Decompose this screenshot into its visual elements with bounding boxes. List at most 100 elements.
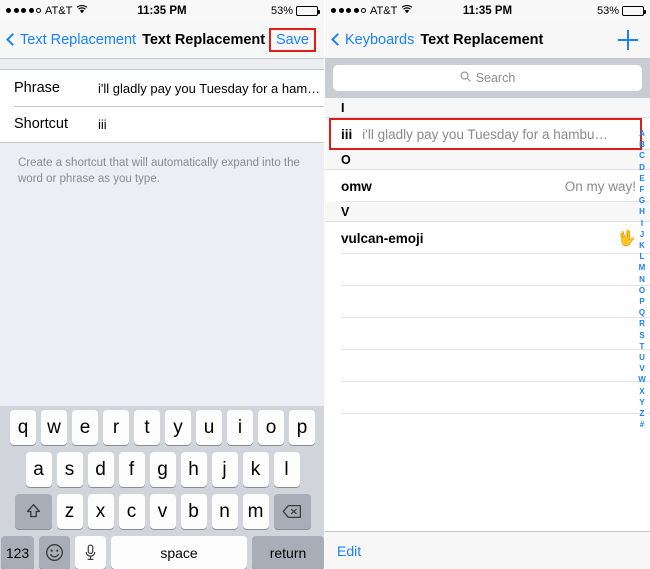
key-i[interactable]: i xyxy=(227,410,253,445)
alpha-index-letter[interactable]: B xyxy=(639,139,645,150)
key-r[interactable]: r xyxy=(103,410,129,445)
alpha-index-letter[interactable]: W xyxy=(638,374,646,385)
key-d[interactable]: d xyxy=(87,452,114,487)
alpha-index-letter[interactable]: X xyxy=(639,386,644,397)
numbers-key[interactable]: 123 xyxy=(1,536,34,569)
bottom-toolbar: Edit xyxy=(325,531,650,569)
key-j[interactable]: j xyxy=(211,452,238,487)
key-a[interactable]: a xyxy=(25,452,52,487)
key-n[interactable]: n xyxy=(211,494,238,529)
row-phrase: i'll gladly pay you Tuesday for a hambu… xyxy=(362,126,608,142)
nav-right-group-left: Save xyxy=(268,27,316,52)
search-input[interactable]: Search xyxy=(333,65,642,91)
alphabet-index[interactable]: A B C D E F G H I J K L M N O P Q R S T U V W X Y Z # xyxy=(636,128,648,430)
alpha-index-letter[interactable]: K xyxy=(639,240,645,251)
key-f[interactable]: f xyxy=(118,452,145,487)
status-bar-battery-group-right: 53% xyxy=(596,4,646,17)
row-shortcut: omw xyxy=(341,178,372,194)
alpha-index-letter[interactable]: A xyxy=(639,128,645,139)
key-p[interactable]: p xyxy=(289,410,315,445)
left-screen-edit-replacement: AT&T 11:35 PM 53% Text Replacement Text … xyxy=(0,0,325,569)
key-u[interactable]: u xyxy=(196,410,222,445)
key-m[interactable]: m xyxy=(242,494,269,529)
key-y[interactable]: y xyxy=(165,410,191,445)
plus-icon[interactable] xyxy=(618,29,638,50)
key-e[interactable]: e xyxy=(72,410,98,445)
keyboard-row-4: 123 space return xyxy=(0,536,324,569)
key-x[interactable]: x xyxy=(87,494,114,529)
shortcut-label: Shortcut xyxy=(14,116,68,132)
left-content-area: Phrase i'll gladly pay you Tuesday for a… xyxy=(0,59,324,569)
emoji-icon[interactable] xyxy=(39,536,70,569)
alpha-index-letter[interactable]: H xyxy=(639,206,645,217)
alpha-index-letter[interactable]: N xyxy=(639,274,645,285)
on-screen-keyboard: q w e r t y u i o p a s d f g h j k l z … xyxy=(0,406,324,569)
key-w[interactable]: w xyxy=(41,410,67,445)
backspace-icon[interactable] xyxy=(273,494,311,529)
row-phrase: On my way! xyxy=(564,178,636,194)
alpha-index-letter[interactable]: G xyxy=(639,195,645,206)
key-q[interactable]: q xyxy=(10,410,36,445)
alpha-index-letter[interactable]: C xyxy=(639,150,645,161)
key-b[interactable]: b xyxy=(180,494,207,529)
key-o[interactable]: o xyxy=(258,410,284,445)
key-s[interactable]: s xyxy=(56,452,83,487)
chevron-left-icon xyxy=(331,33,344,46)
alpha-index-letter[interactable]: D xyxy=(639,162,645,173)
microphone-icon[interactable] xyxy=(75,536,106,569)
edit-button[interactable]: Edit xyxy=(337,543,361,559)
shift-icon[interactable] xyxy=(14,494,52,529)
key-z[interactable]: z xyxy=(56,494,83,529)
alpha-index-letter[interactable]: O xyxy=(639,285,645,296)
table-row[interactable]: vulcan-emoji 🖖 xyxy=(325,222,650,254)
key-k[interactable]: k xyxy=(242,452,269,487)
alpha-index-letter[interactable]: # xyxy=(640,419,644,430)
keyboard-row-1: q w e r t y u i o p xyxy=(0,410,324,445)
key-h[interactable]: h xyxy=(180,452,207,487)
key-v[interactable]: v xyxy=(149,494,176,529)
back-button-label: Text Replacement xyxy=(20,31,137,48)
return-key[interactable]: return xyxy=(252,536,324,569)
empty-row xyxy=(325,318,650,350)
battery-icon xyxy=(296,5,320,16)
table-row[interactable]: omw On my way! xyxy=(325,170,650,202)
save-button[interactable]: Save xyxy=(276,32,309,48)
alpha-index-letter[interactable]: E xyxy=(639,173,644,184)
alpha-index-letter[interactable]: M xyxy=(639,262,646,273)
alpha-index-letter[interactable]: J xyxy=(640,229,644,240)
table-row[interactable]: iii i'll gladly pay you Tuesday for a ha… xyxy=(325,118,650,150)
key-t[interactable]: t xyxy=(134,410,160,445)
alpha-index-letter[interactable]: S xyxy=(639,330,644,341)
shortcut-row[interactable]: Shortcut iii xyxy=(0,106,324,142)
nav-bar-right: Keyboards Text Replacement xyxy=(325,21,650,59)
search-bar-container: Search xyxy=(325,59,650,98)
nav-bar-left: Text Replacement Text Replacement Save xyxy=(0,21,324,59)
key-c[interactable]: c xyxy=(118,494,145,529)
alpha-index-letter[interactable]: P xyxy=(639,296,644,307)
keyboard-row-3: z x c v b n m xyxy=(0,494,324,529)
key-g[interactable]: g xyxy=(149,452,176,487)
battery-percent-label: 53% xyxy=(596,4,619,17)
alpha-index-letter[interactable]: R xyxy=(639,318,645,329)
key-l[interactable]: l xyxy=(273,452,300,487)
space-key[interactable]: space xyxy=(111,536,247,569)
section-header-o: O xyxy=(325,150,650,170)
back-button-keyboards[interactable]: Keyboards xyxy=(331,32,414,48)
phrase-input[interactable]: i'll gladly pay you Tuesday for a ham… xyxy=(98,81,320,96)
alpha-index-letter[interactable]: V xyxy=(639,363,644,374)
alpha-index-letter[interactable]: Y xyxy=(639,397,644,408)
alpha-index-letter[interactable]: T xyxy=(640,341,645,352)
alpha-index-letter[interactable]: L xyxy=(640,251,645,262)
alpha-index-letter[interactable]: U xyxy=(639,352,645,363)
alpha-index-letter[interactable]: Q xyxy=(639,307,645,318)
back-button-text-replacement[interactable]: Text Replacement xyxy=(6,31,137,48)
shortcut-input[interactable]: iii xyxy=(98,117,107,132)
alpha-index-letter[interactable]: F xyxy=(640,184,645,195)
alpha-index-letter[interactable]: I xyxy=(641,218,643,229)
empty-row xyxy=(325,350,650,382)
phrase-row[interactable]: Phrase i'll gladly pay you Tuesday for a… xyxy=(0,70,324,106)
dual-screenshot-container: AT&T 11:35 PM 53% Text Replacement Text … xyxy=(0,0,650,569)
page-title-left: Text Replacement xyxy=(142,31,266,48)
status-bar-battery-group: 53% xyxy=(271,5,320,17)
alpha-index-letter[interactable]: Z xyxy=(640,408,645,419)
